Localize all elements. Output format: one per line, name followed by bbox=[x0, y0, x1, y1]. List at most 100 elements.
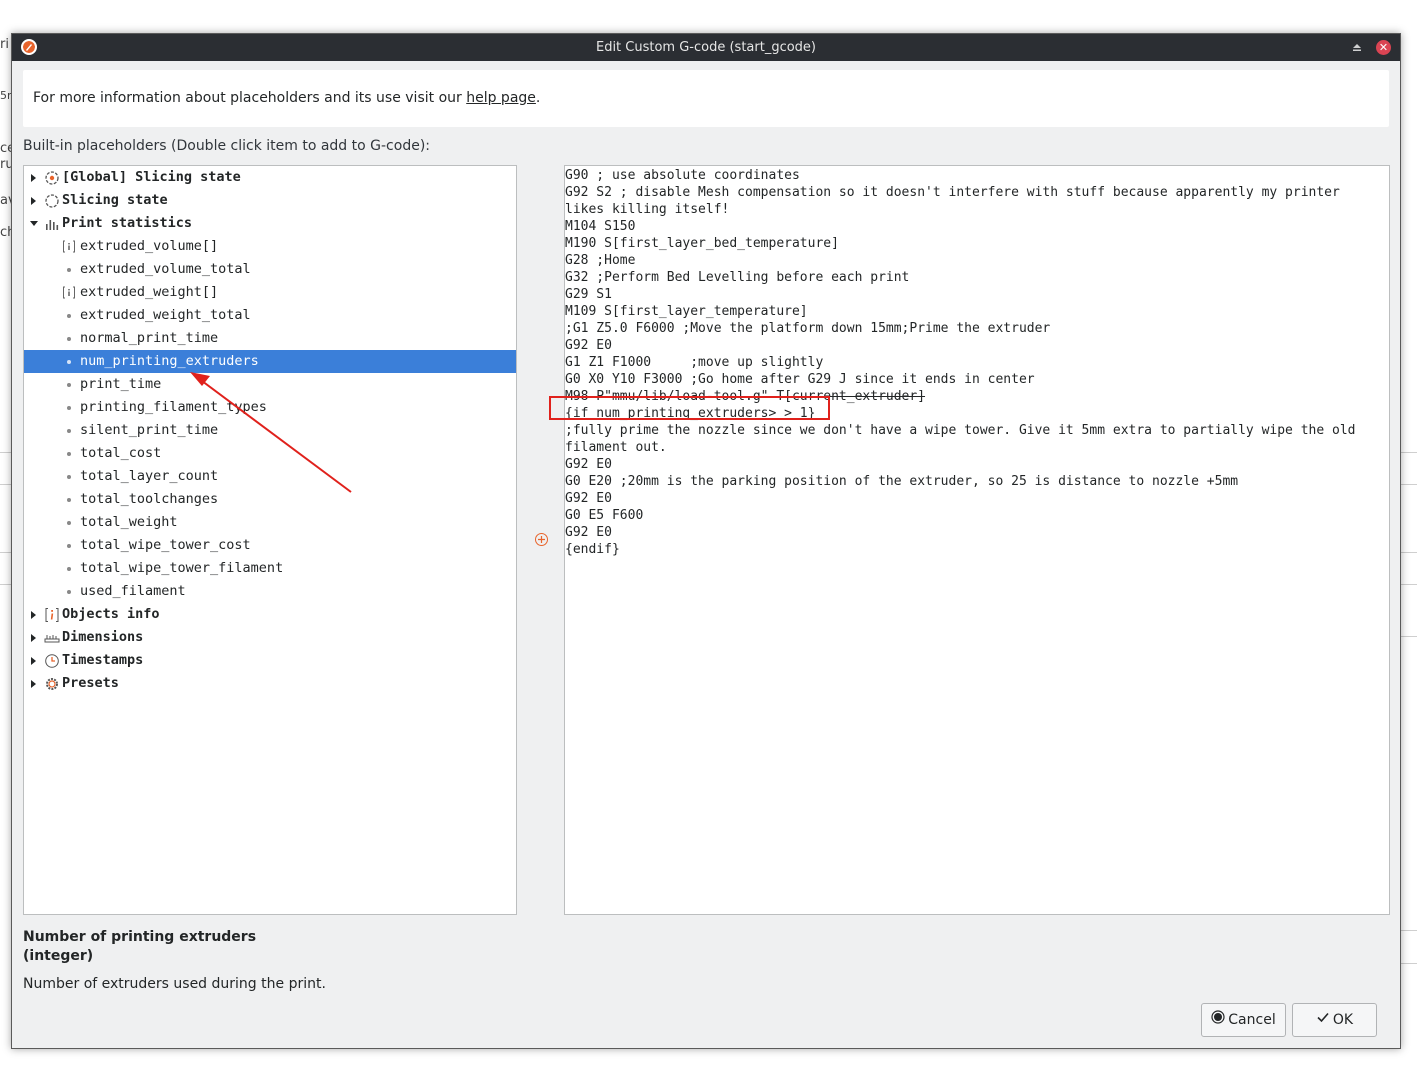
tree-item-total-weight[interactable]: total_weight bbox=[24, 511, 516, 534]
tree-group-label: Print statistics bbox=[62, 215, 193, 231]
close-icon[interactable]: ✕ bbox=[1376, 40, 1391, 55]
expand-arrow-icon[interactable] bbox=[31, 657, 36, 665]
tree-item-extruded-weight[interactable]: extruded_weight[] bbox=[24, 281, 516, 304]
tree-item-silent-print-time[interactable]: silent_print_time bbox=[24, 419, 516, 442]
tree-item-total-wipe-tower-cost[interactable]: total_wipe_tower_cost bbox=[24, 534, 516, 557]
vector-placeholder-icon bbox=[62, 285, 76, 300]
tree-item-label: extruded_volume[] bbox=[80, 238, 219, 254]
gcode-line: G0 E5 F600 bbox=[565, 508, 644, 523]
gcode-line: G28 ;Home bbox=[565, 253, 636, 268]
keep-above-icon[interactable] bbox=[1350, 40, 1364, 54]
tree-item-label: extruded_weight[] bbox=[80, 284, 219, 300]
tree-item-label: num_printing_extruders bbox=[80, 353, 259, 369]
description-title: Number of printing extruders (integer) bbox=[23, 928, 256, 966]
tree-group-print-statistics[interactable]: Print statistics bbox=[24, 212, 516, 235]
gcode-editor[interactable]: G90 ; use absolute coordinates G92 S2 ; … bbox=[564, 165, 1390, 915]
tree-item-num-printing-extruders[interactable]: num_printing_extruders bbox=[24, 350, 516, 373]
tree-group-global-slicing-state[interactable]: [Global] Slicing state bbox=[24, 166, 516, 189]
bullet-icon bbox=[67, 544, 71, 548]
bullet-icon bbox=[67, 383, 71, 387]
gcode-line: G92 E0 bbox=[565, 338, 612, 353]
expand-arrow-icon[interactable] bbox=[31, 197, 36, 205]
placeholder-tree[interactable]: [Global] Slicing state Slicing state Pri… bbox=[23, 165, 517, 915]
background-divider bbox=[1401, 584, 1417, 585]
description-title-line: Number of printing extruders bbox=[23, 929, 257, 945]
tree-item-label: extruded_volume_total bbox=[80, 261, 251, 277]
cancel-icon bbox=[1211, 1004, 1225, 1036]
background-divider bbox=[1401, 452, 1417, 453]
info-text: For more information about placeholders … bbox=[33, 90, 540, 106]
gcode-line: M104 S150 bbox=[565, 219, 636, 234]
tree-item-total-layer-count[interactable]: total_layer_count bbox=[24, 465, 516, 488]
tree-group-dimensions[interactable]: Dimensions bbox=[24, 626, 516, 649]
tree-group-label: Dimensions bbox=[62, 629, 144, 645]
help-page-link[interactable]: help page bbox=[466, 90, 536, 106]
bullet-icon bbox=[67, 567, 71, 571]
tree-group-timestamps[interactable]: Timestamps bbox=[24, 649, 516, 672]
tree-item-extruded-volume[interactable]: extruded_volume[] bbox=[24, 235, 516, 258]
vector-placeholder-icon bbox=[62, 239, 76, 254]
gcode-line: ;G1 Z5.0 F6000 ;Move the platform down 1… bbox=[565, 321, 1051, 336]
gcode-line: G92 E0 bbox=[565, 525, 612, 540]
expand-arrow-icon[interactable] bbox=[31, 174, 36, 182]
expand-arrow-icon[interactable] bbox=[31, 634, 36, 642]
tree-item-total-toolchanges[interactable]: total_toolchanges bbox=[24, 488, 516, 511]
tree-item-extruded-volume-total[interactable]: extruded_volume_total bbox=[24, 258, 516, 281]
tree-item-total-wipe-tower-filament[interactable]: total_wipe_tower_filament bbox=[24, 557, 516, 580]
info-suffix: . bbox=[535, 90, 541, 106]
global-slicing-icon bbox=[44, 170, 60, 186]
checkmark-icon bbox=[1316, 1004, 1330, 1036]
gcode-line: M109 S[first_layer_temperature] bbox=[565, 304, 808, 319]
description-type-line: (integer) bbox=[23, 948, 94, 964]
collapse-arrow-icon[interactable] bbox=[30, 221, 38, 226]
cancel-button[interactable]: Cancel bbox=[1201, 1003, 1286, 1037]
clock-icon bbox=[44, 653, 60, 669]
tree-group-presets[interactable]: Presets bbox=[24, 672, 516, 695]
tree-item-label: total_cost bbox=[80, 445, 162, 461]
tree-item-label: total_layer_count bbox=[80, 468, 219, 484]
tree-item-label: total_wipe_tower_cost bbox=[80, 537, 251, 553]
expand-arrow-icon[interactable] bbox=[31, 680, 36, 688]
tree-item-used-filament[interactable]: used_filament bbox=[24, 580, 516, 603]
expand-arrow-icon[interactable] bbox=[31, 611, 36, 619]
tree-item-printing-filament-types[interactable]: printing_filament_types bbox=[24, 396, 516, 419]
tree-item-extruded-weight-total[interactable]: extruded_weight_total bbox=[24, 304, 516, 327]
tree-item-label: extruded_weight_total bbox=[80, 307, 251, 323]
title-bar[interactable]: Edit Custom G-code (start_gcode) ✕ bbox=[12, 34, 1400, 61]
tree-group-label: Timestamps bbox=[62, 652, 144, 668]
tree-item-label: silent_print_time bbox=[80, 422, 219, 438]
ruler-icon bbox=[44, 630, 60, 646]
background-divider bbox=[1401, 963, 1417, 964]
bullet-icon bbox=[67, 590, 71, 594]
gcode-line: G90 ; use absolute coordinates bbox=[565, 168, 800, 183]
tree-item-normal-print-time[interactable]: normal_print_time bbox=[24, 327, 516, 350]
placeholders-label: Built-in placeholders (Double click item… bbox=[23, 138, 430, 154]
bullet-icon bbox=[67, 521, 71, 525]
bullet-icon bbox=[67, 360, 71, 364]
info-icon bbox=[44, 607, 60, 623]
tree-group-objects-info[interactable]: Objects info bbox=[24, 603, 516, 626]
ok-button[interactable]: OK bbox=[1292, 1003, 1377, 1037]
gcode-line: likes killing itself! bbox=[565, 202, 730, 217]
statistics-icon bbox=[44, 216, 60, 232]
gcode-line: G92 E0 bbox=[565, 491, 612, 506]
tree-group-label: Objects info bbox=[62, 606, 160, 622]
tree-item-total-cost[interactable]: total_cost bbox=[24, 442, 516, 465]
tree-item-label: total_wipe_tower_filament bbox=[80, 560, 284, 576]
add-placeholder-button[interactable] bbox=[534, 532, 549, 547]
bullet-icon bbox=[67, 498, 71, 502]
tree-item-label: normal_print_time bbox=[80, 330, 219, 346]
gcode-line: G0 X0 Y10 F3000 ;Go home after G29 J sin… bbox=[565, 372, 1035, 387]
background-divider bbox=[0, 484, 11, 485]
gcode-line: G32 ;Perform Bed Levelling before each p… bbox=[565, 270, 910, 285]
slicing-state-icon bbox=[44, 193, 60, 209]
info-prefix: For more information about placeholders … bbox=[33, 90, 467, 106]
gcode-line: G1 Z1 F1000 ;move up slightly bbox=[565, 355, 824, 370]
gcode-line: M190 S[first_layer_bed_temperature] bbox=[565, 236, 839, 251]
tree-item-print-time[interactable]: print_time bbox=[24, 373, 516, 396]
bullet-icon bbox=[67, 452, 71, 456]
tree-group-slicing-state[interactable]: Slicing state bbox=[24, 189, 516, 212]
gcode-line: filament out. bbox=[565, 440, 667, 455]
tree-group-label: Slicing state bbox=[62, 192, 168, 208]
background-divider bbox=[0, 452, 11, 453]
